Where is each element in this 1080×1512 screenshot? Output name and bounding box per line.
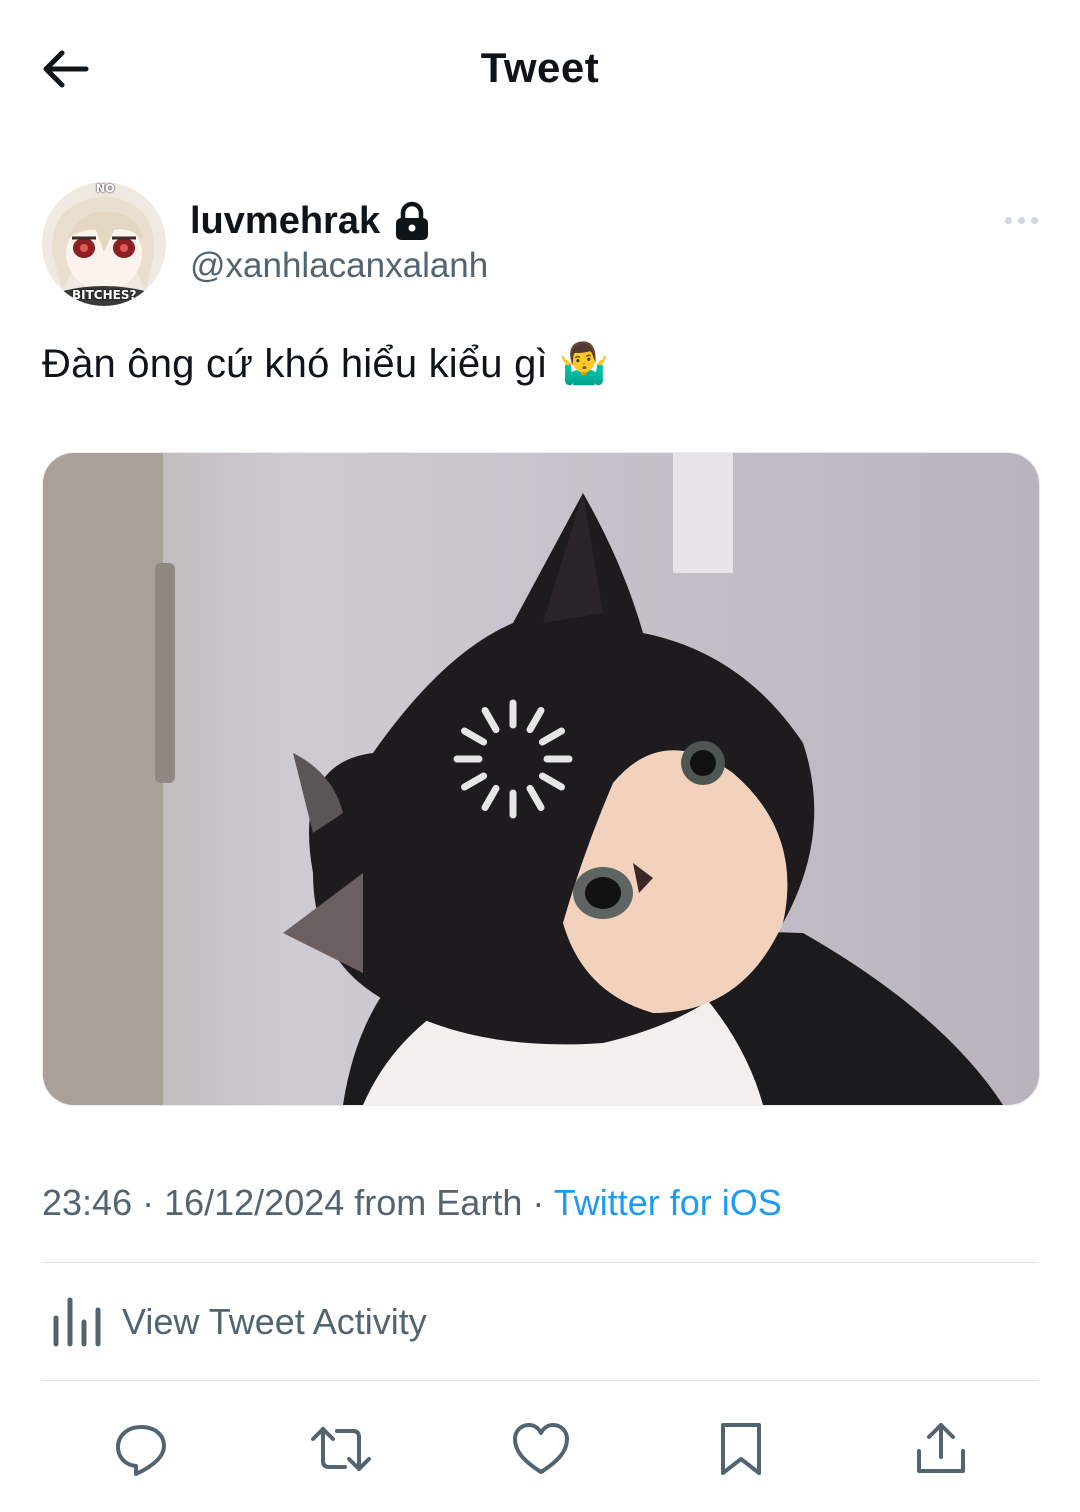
top-bar: Tweet [0,0,1080,140]
activity-label: View Tweet Activity [122,1301,427,1342]
retweet-button[interactable] [306,1414,376,1484]
heart-icon [513,1423,569,1474]
tweet-text: Đàn ông cứ khó hiểu kiểu gì 🤷‍♂️ [42,342,610,386]
bookmark-button[interactable] [706,1414,776,1484]
more-options-button[interactable] [996,200,1046,240]
tweet-detail-screen: Tweet NO BITCHES? luvmehrak @xanhlacanxa… [0,0,1080,1512]
tweet-meta: 23:46 · 16/12/2024 from Earth · Twitter … [42,1182,782,1224]
more-dot-icon [1004,216,1012,224]
author-display-name[interactable]: luvmehrak [190,200,380,243]
tweet-date: 16/12/2024 [164,1182,345,1223]
bar-chart-icon [53,1297,101,1347]
like-button[interactable] [506,1414,576,1484]
tweet-source-link[interactable]: Twitter for iOS [554,1182,782,1223]
tweet-location: from Earth [354,1182,523,1223]
avatar[interactable]: NO BITCHES? [42,182,166,306]
author-name-row[interactable]: luvmehrak [190,196,430,246]
avatar-bottom-text: BITCHES? [72,288,137,302]
retweet-icon [311,1427,371,1471]
meta-separator: · [132,1182,165,1223]
share-icon [917,1423,965,1473]
divider [42,1380,1038,1381]
meta-separator: · [522,1182,554,1223]
avatar-top-text: NO [96,182,115,195]
reply-icon [116,1425,166,1476]
view-tweet-activity-button[interactable]: View Tweet Activity [42,1266,1038,1378]
tweet-media[interactable] [42,452,1040,1106]
lock-icon [394,201,430,241]
divider [42,1262,1038,1263]
reply-button[interactable] [106,1414,176,1484]
action-bar [42,1400,1038,1500]
author-handle[interactable]: @xanhlacanxalanh [190,246,488,286]
more-dot-icon [1017,216,1025,224]
page-title: Tweet [480,44,600,91]
tweet-time: 23:46 [42,1182,133,1223]
share-button[interactable] [906,1414,976,1484]
bookmark-icon [721,1423,761,1475]
more-dot-icon [1030,216,1038,224]
loading-spinner-icon [453,699,573,819]
